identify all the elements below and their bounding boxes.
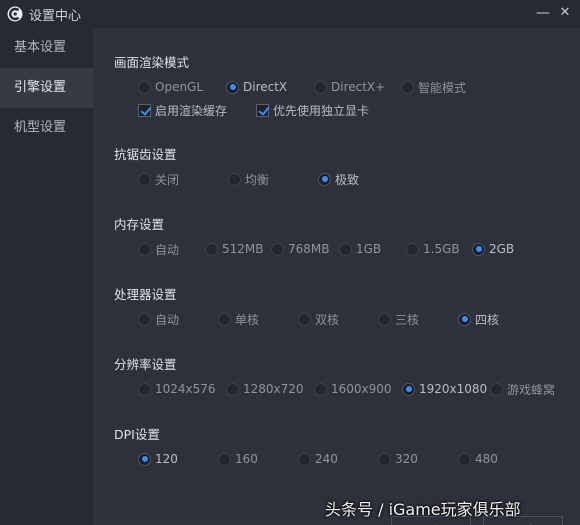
dpi-option-320[interactable]: 320 xyxy=(378,451,418,467)
checkbox-checked-icon[interactable] xyxy=(138,103,151,117)
radio-icon[interactable] xyxy=(218,312,231,326)
section-title: 分辨率设置 xyxy=(114,357,177,372)
radio-icon[interactable] xyxy=(314,80,327,94)
render-option-directx-plus[interactable]: DirectX+ xyxy=(314,79,385,95)
dpi-option-240[interactable]: 240 xyxy=(298,451,338,467)
resolution-option-1280x720[interactable]: 1280x720 xyxy=(226,381,304,397)
radio-icon[interactable] xyxy=(138,382,151,396)
section-title: 抗锯齿设置 xyxy=(114,147,177,162)
radio-icon[interactable] xyxy=(378,312,391,326)
radio-selected-icon[interactable] xyxy=(138,452,151,466)
radio-icon[interactable] xyxy=(401,80,414,94)
resolution-option-1600x900[interactable]: 1600x900 xyxy=(314,381,392,397)
radio-icon[interactable] xyxy=(490,382,503,396)
render-option-opengl[interactable]: OpenGL xyxy=(138,79,203,95)
radio-selected-icon[interactable] xyxy=(402,382,415,396)
radio-icon[interactable] xyxy=(138,172,151,186)
radio-icon[interactable] xyxy=(339,242,352,256)
section-title: DPI设置 xyxy=(114,427,160,442)
discrete-gpu-checkbox[interactable]: 优先使用独立显卡 xyxy=(256,102,369,118)
radio-icon[interactable] xyxy=(226,382,239,396)
sidebar-item-engine[interactable]: 引擎设置 xyxy=(0,68,93,108)
checkbox-checked-icon[interactable] xyxy=(256,103,269,117)
sidebar-item-basic[interactable]: 基本设置 xyxy=(0,28,93,68)
antialias-option-ultra[interactable]: 极致 xyxy=(318,171,359,187)
radio-icon[interactable] xyxy=(138,80,151,94)
dpi-option-480[interactable]: 480 xyxy=(458,451,498,467)
settings-panel: 画面渲染模式 OpenGL DirectX DirectX+ 智能模式 启用渲染… xyxy=(93,28,580,525)
antialias-option-off[interactable]: 关闭 xyxy=(138,171,179,187)
memory-option-2gb[interactable]: 2GB xyxy=(472,241,514,257)
radio-icon[interactable] xyxy=(406,242,419,256)
radio-icon[interactable] xyxy=(298,452,311,466)
sidebar-item-model[interactable]: 机型设置 xyxy=(0,108,93,148)
close-button[interactable]: ✕ xyxy=(554,0,576,28)
watermark-text: 头条号 / iGame玩家俱乐部 xyxy=(325,500,521,519)
radio-icon[interactable] xyxy=(458,452,471,466)
radio-icon[interactable] xyxy=(378,452,391,466)
dpi-option-160[interactable]: 160 xyxy=(218,451,258,467)
radio-selected-icon[interactable] xyxy=(472,242,485,256)
resolution-option-1920x1080[interactable]: 1920x1080 xyxy=(402,381,487,397)
app-logo-icon xyxy=(7,6,23,22)
radio-icon[interactable] xyxy=(218,452,231,466)
antialias-option-balanced[interactable]: 均衡 xyxy=(228,171,269,187)
memory-option-768mb[interactable]: 768MB xyxy=(271,241,330,257)
radio-selected-icon[interactable] xyxy=(318,172,331,186)
memory-option-1gb[interactable]: 1GB xyxy=(339,241,381,257)
radio-icon[interactable] xyxy=(271,242,284,256)
cpu-option-quad[interactable]: 四核 xyxy=(458,311,499,327)
radio-icon[interactable] xyxy=(138,242,151,256)
resolution-option-1024x576[interactable]: 1024x576 xyxy=(138,381,216,397)
memory-option-auto[interactable]: 自动 xyxy=(138,241,179,257)
dpi-option-120[interactable]: 120 xyxy=(138,451,178,467)
cpu-option-single[interactable]: 单核 xyxy=(218,311,259,327)
radio-selected-icon[interactable] xyxy=(226,80,239,94)
section-title: 处理器设置 xyxy=(114,287,177,302)
radio-icon[interactable] xyxy=(314,382,327,396)
render-cache-checkbox[interactable]: 启用渲染缓存 xyxy=(138,102,227,118)
render-option-directx[interactable]: DirectX xyxy=(226,79,287,95)
sidebar: 基本设置 引擎设置 机型设置 xyxy=(0,28,93,525)
resolution-option-game-hive[interactable]: 游戏蜂窝 xyxy=(490,381,555,397)
memory-option-1-5gb[interactable]: 1.5GB xyxy=(406,241,460,257)
render-option-smart[interactable]: 智能模式 xyxy=(401,79,466,95)
radio-icon[interactable] xyxy=(298,312,311,326)
title-bar: 设置中心 — ✕ xyxy=(0,0,580,28)
radio-selected-icon[interactable] xyxy=(458,312,471,326)
minimize-button[interactable]: — xyxy=(532,0,554,28)
cpu-option-dual[interactable]: 双核 xyxy=(298,311,339,327)
radio-icon[interactable] xyxy=(228,172,241,186)
cpu-option-triple[interactable]: 三核 xyxy=(378,311,419,327)
radio-icon[interactable] xyxy=(205,242,218,256)
radio-icon[interactable] xyxy=(138,312,151,326)
section-title: 内存设置 xyxy=(114,217,165,232)
section-title: 画面渲染模式 xyxy=(114,55,190,70)
cpu-option-auto[interactable]: 自动 xyxy=(138,311,179,327)
window-title: 设置中心 xyxy=(29,8,82,24)
memory-option-512mb[interactable]: 512MB xyxy=(205,241,264,257)
